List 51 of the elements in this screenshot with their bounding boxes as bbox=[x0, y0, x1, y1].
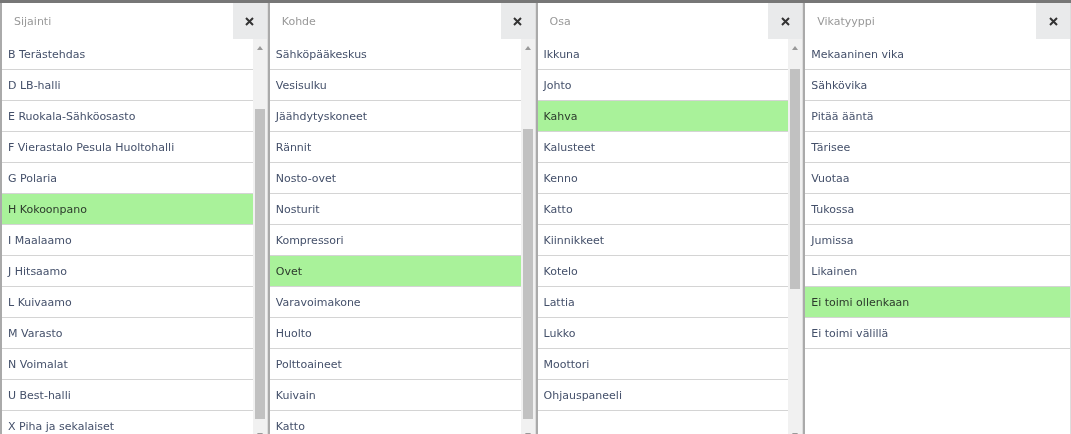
list-item[interactable]: Sähköpääkeskus bbox=[269, 39, 521, 70]
scrollbar[interactable] bbox=[252, 39, 267, 434]
list-item[interactable]: Mekaaninen vika bbox=[805, 39, 1070, 70]
close-icon bbox=[245, 16, 255, 26]
list-item[interactable]: Tukossa bbox=[805, 194, 1070, 225]
scrollbar[interactable] bbox=[788, 39, 803, 434]
close-icon bbox=[1048, 16, 1058, 26]
scrollbar-thumb[interactable] bbox=[522, 129, 533, 419]
list-item[interactable]: B Terästehdas bbox=[2, 39, 253, 70]
clear-button[interactable] bbox=[500, 3, 535, 39]
list-item[interactable]: Vesisulku bbox=[269, 70, 521, 101]
list-item[interactable]: U Best-halli bbox=[2, 380, 253, 411]
list-item[interactable]: Varavoimakone bbox=[269, 287, 521, 318]
list-item[interactable]: I Maalaamo bbox=[2, 225, 253, 256]
list-item[interactable]: Polttoaineet bbox=[269, 349, 521, 380]
list-item[interactable]: Ovet bbox=[269, 256, 521, 287]
clear-button[interactable] bbox=[768, 3, 803, 39]
list-item[interactable]: E Ruokala-Sähköosasto bbox=[2, 101, 253, 132]
list-item[interactable]: Jumissa bbox=[805, 225, 1070, 256]
scrollbar-thumb[interactable] bbox=[254, 109, 265, 419]
scrollbar[interactable] bbox=[520, 39, 535, 434]
list-item[interactable]: Katto bbox=[269, 411, 521, 434]
list-item[interactable]: D LB-halli bbox=[2, 70, 253, 101]
list-item[interactable]: H Kokoonpano bbox=[2, 194, 253, 225]
list-item[interactable]: N Voimalat bbox=[2, 349, 253, 380]
list-item[interactable]: Kahva bbox=[537, 101, 789, 132]
list-item[interactable]: Ei toimi välillä bbox=[805, 318, 1070, 349]
list-item[interactable]: Tärisee bbox=[805, 132, 1070, 163]
list-item[interactable]: Huolto bbox=[269, 318, 521, 349]
list-item[interactable]: Rännit bbox=[269, 132, 521, 163]
close-icon bbox=[513, 16, 522, 26]
scroll-up-icon[interactable] bbox=[524, 45, 531, 51]
list-item[interactable]: Pitää ääntä bbox=[805, 101, 1070, 132]
list-item[interactable]: Kuivain bbox=[269, 380, 521, 411]
list-item[interactable]: Vuotaa bbox=[805, 163, 1070, 194]
close-icon bbox=[780, 16, 790, 26]
list-item[interactable]: M Varasto bbox=[2, 318, 253, 349]
scrollbar-thumb[interactable] bbox=[790, 69, 801, 289]
list-item[interactable]: F Vierastalo Pesula Huoltohalli bbox=[2, 132, 253, 163]
scroll-up-icon[interactable] bbox=[792, 45, 799, 51]
list-item[interactable]: X Piha ja sekalaiset bbox=[2, 411, 253, 434]
list-item[interactable]: L Kuivaamo bbox=[2, 287, 253, 318]
list-item[interactable]: Ei toimi ollenkaan bbox=[805, 287, 1070, 318]
clear-button[interactable] bbox=[232, 3, 267, 39]
list-item[interactable]: Sähkövika bbox=[805, 70, 1070, 101]
list-item[interactable]: Jäähdytyskoneet bbox=[269, 101, 521, 132]
list-item[interactable]: Nosturit bbox=[269, 194, 521, 225]
scroll-up-icon[interactable] bbox=[256, 45, 263, 51]
clear-button[interactable] bbox=[1036, 3, 1070, 39]
list-item[interactable]: J Hitsaamo bbox=[2, 256, 253, 287]
list-item[interactable]: Nosto-ovet bbox=[269, 163, 521, 194]
